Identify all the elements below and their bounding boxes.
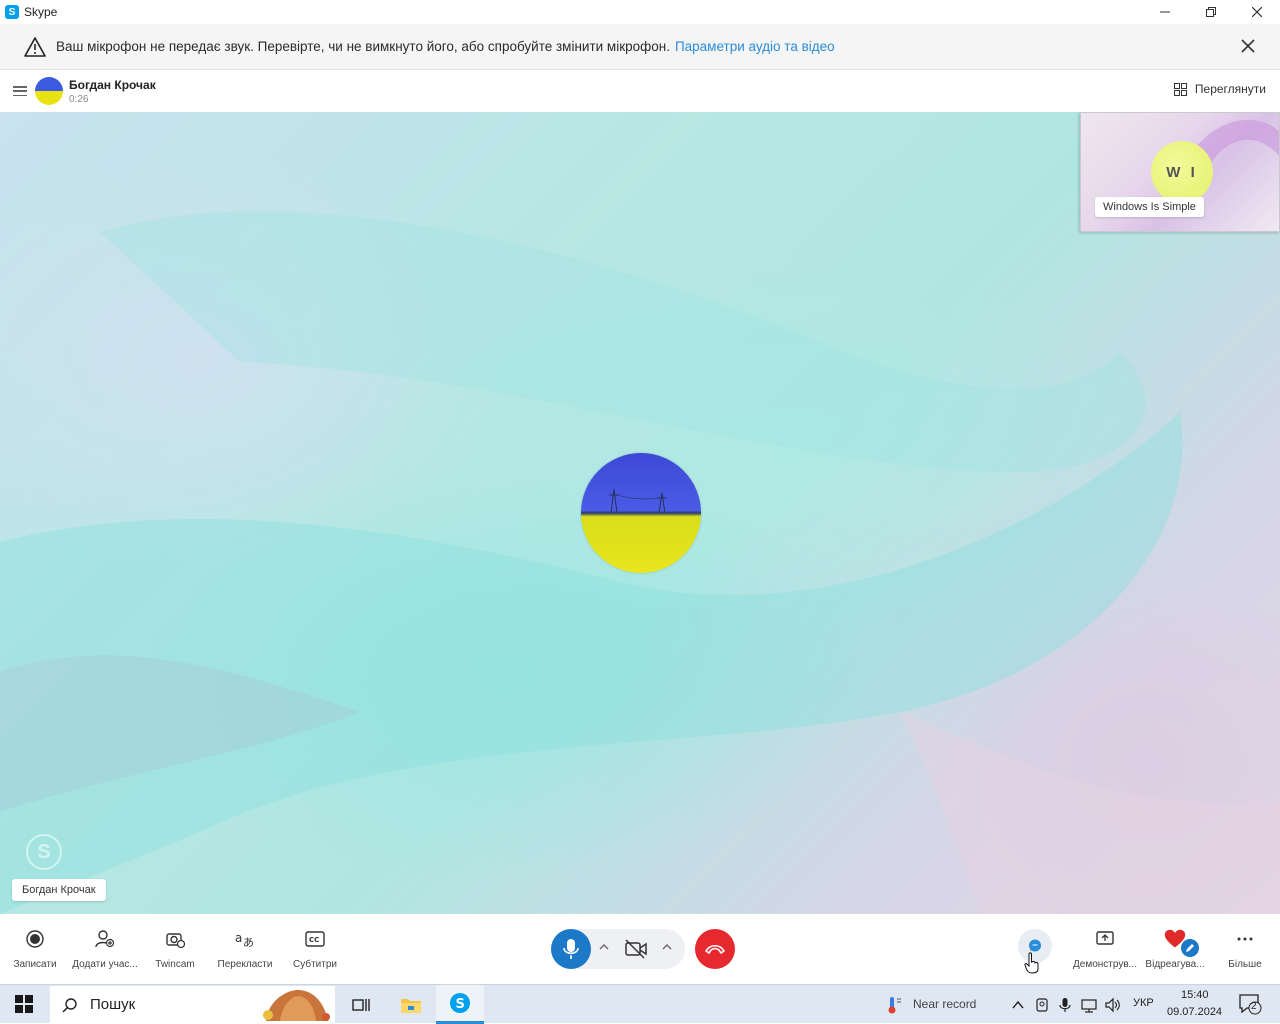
end-call-button[interactable] [695, 929, 735, 969]
call-controls-bar: Записати Додати учас... Twincam aあ Перек… [0, 914, 1280, 984]
minimize-icon [1160, 11, 1170, 13]
call-header: Богдан Крочак 0:26 Переглянути [0, 70, 1280, 112]
participant-name-tag: Богдан Крочак [12, 879, 106, 901]
svg-text:あ: あ [243, 936, 254, 949]
microphone-icon [563, 939, 579, 959]
clock-date[interactable]: 09.07.2024 [1167, 1006, 1222, 1018]
power-lines-image [609, 488, 667, 514]
closed-captions-icon: CC [305, 931, 325, 947]
contact-name: Богдан Крочак [69, 77, 156, 92]
dismiss-warning-button[interactable] [1238, 36, 1258, 56]
microphone-warning-banner: Ваш мікрофон не передає звук. Перевірте,… [0, 24, 1280, 70]
view-label: Переглянути [1194, 82, 1266, 96]
windows-taskbar: Пошук S Near record УКР 15:40 09.07.2024… [0, 984, 1280, 1024]
view-layout-button[interactable]: Переглянути [1173, 82, 1266, 96]
skype-icon: S [450, 993, 470, 1013]
microphone-tray-icon[interactable] [1057, 997, 1073, 1013]
share-screen-button[interactable]: Демонструв... [1067, 928, 1143, 970]
restore-icon [1206, 7, 1216, 17]
skype-logo-icon: S [5, 5, 19, 19]
file-explorer-button[interactable] [387, 985, 435, 1024]
title-bar: S Skype [0, 0, 1280, 24]
search-highlight-illustration-icon [263, 990, 330, 1021]
restore-button[interactable] [1188, 0, 1234, 24]
thermometer-icon [888, 997, 901, 1014]
minimize-button[interactable] [1142, 0, 1188, 24]
windows-start-icon[interactable] [15, 995, 33, 1013]
skype-taskbar-button[interactable]: S [436, 985, 484, 1024]
network-icon[interactable] [1081, 997, 1097, 1013]
notification-count: 2 [1251, 1001, 1257, 1012]
task-view-icon [352, 998, 370, 1011]
warning-icon [24, 36, 46, 57]
translate-icon: aあ [235, 931, 254, 949]
call-stage: W I Windows Is Simple S Богдан Крочак [0, 112, 1280, 914]
twincam-icon [166, 933, 185, 949]
task-view-button[interactable] [337, 985, 385, 1024]
hang-up-icon [705, 944, 725, 954]
meet-now-icon[interactable] [1034, 997, 1050, 1013]
svg-text:S: S [456, 997, 465, 1012]
skype-window: S Skype Ваш мікрофон не передає звук. Пе… [0, 0, 1280, 1024]
svg-text:CC: CC [309, 936, 319, 944]
clock-time[interactable]: 15:40 [1181, 989, 1209, 1001]
subtitles-button[interactable]: CC Субтитри [277, 928, 353, 970]
camera-options-chevron-up-icon[interactable] [661, 941, 673, 953]
more-dots-icon [1237, 937, 1253, 941]
close-window-button[interactable] [1234, 0, 1280, 24]
chevron-up-icon[interactable] [1010, 997, 1026, 1013]
share-screen-icon [1096, 931, 1114, 945]
translate-button[interactable]: aあ Перекласти [207, 928, 283, 970]
window-title: Skype [24, 5, 58, 19]
input-language[interactable]: УКР [1133, 997, 1154, 1009]
mic-options-chevron-up-icon[interactable] [598, 941, 610, 953]
record-button[interactable]: Записати [0, 928, 73, 970]
audio-video-settings-link[interactable]: Параметри аудіо та відео [675, 39, 835, 54]
menu-icon[interactable] [13, 86, 27, 96]
add-person-icon [95, 930, 115, 948]
microphone-button[interactable] [551, 929, 591, 969]
self-view-preview[interactable]: W I Windows Is Simple [1080, 112, 1280, 232]
notifications-button[interactable]: 2 [1238, 993, 1262, 1015]
speaker-icon[interactable] [1105, 997, 1121, 1013]
video-off-icon [625, 939, 647, 959]
notification-icon [1239, 994, 1262, 1015]
more-options-button[interactable]: Більше [1207, 928, 1280, 970]
search-placeholder: Пошук [90, 996, 136, 1013]
camera-toggle-button[interactable] [616, 929, 656, 969]
search-icon [62, 997, 77, 1013]
record-icon [26, 930, 44, 948]
hand-pointer-cursor [1024, 952, 1039, 974]
contact-avatar [35, 77, 63, 105]
twincam-button[interactable]: Twincam [137, 928, 213, 970]
grid-view-icon [1173, 82, 1187, 96]
warning-message: Ваш мікрофон не передає звук. Перевірте,… [56, 39, 670, 54]
pencil-badge-icon [1181, 939, 1199, 957]
self-view-name: Windows Is Simple [1095, 197, 1204, 217]
skype-watermark-icon: S [26, 834, 62, 870]
folder-icon [401, 998, 421, 1013]
self-view-avatar: W I [1151, 141, 1213, 203]
add-participants-button[interactable]: Додати учас... [67, 928, 143, 970]
close-icon [1252, 7, 1262, 17]
participant-avatar [581, 453, 701, 573]
svg-text:a: a [235, 931, 242, 945]
react-button[interactable]: Відреагува... [1137, 928, 1213, 970]
weather-status[interactable]: Near record [913, 997, 976, 1011]
call-duration: 0:26 [69, 93, 89, 105]
